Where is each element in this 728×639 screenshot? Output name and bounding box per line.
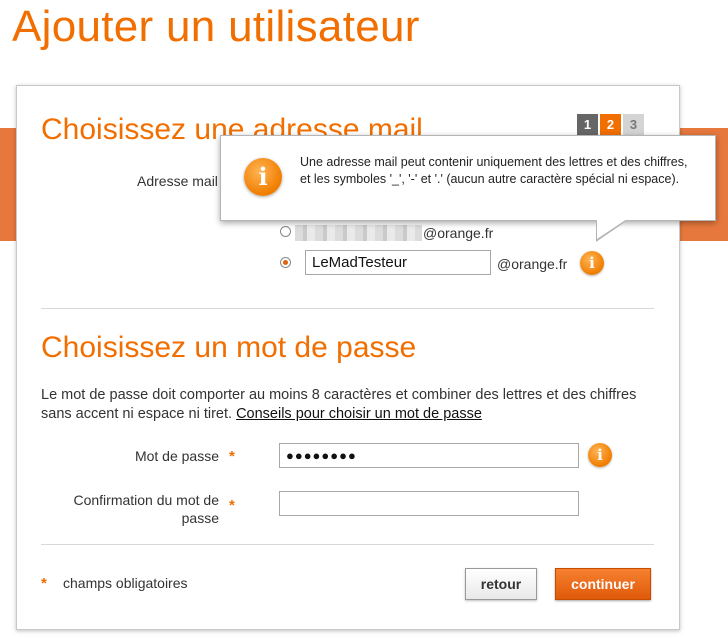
section-divider bbox=[41, 308, 654, 309]
custom-domain: @orange.fr bbox=[497, 256, 568, 272]
email-label: Adresse mail bbox=[137, 173, 218, 189]
password-info-icon[interactable]: i bbox=[588, 443, 612, 467]
password-section-title: Choisissez un mot de passe bbox=[41, 331, 417, 364]
tooltip-text: Une adresse mail peut contenir uniquemen… bbox=[300, 155, 688, 186]
back-button[interactable]: retour bbox=[465, 568, 537, 600]
footer-divider bbox=[41, 544, 654, 545]
password-required-star: * bbox=[229, 448, 235, 465]
confirm-password-input[interactable] bbox=[279, 491, 579, 516]
radio-existing-address[interactable] bbox=[280, 226, 291, 237]
confirm-required-star: * bbox=[229, 497, 235, 514]
confirm-password-label: Confirmation du mot de passe bbox=[73, 492, 219, 526]
step-1: 1 bbox=[577, 114, 598, 135]
password-label: Mot de passe bbox=[134, 448, 219, 464]
step-indicator: 1 2 3 bbox=[577, 114, 644, 135]
existing-domain: @orange.fr bbox=[423, 225, 494, 241]
email-info-icon[interactable]: i bbox=[580, 251, 604, 275]
radio-custom-address[interactable] bbox=[280, 257, 291, 268]
password-tips-link[interactable]: Conseils pour choisir un mot de passe bbox=[236, 406, 482, 422]
tooltip-arrow-inner bbox=[597, 219, 627, 239]
password-rules: Le mot de passe doit comporter au moins … bbox=[41, 386, 656, 424]
step-3: 3 bbox=[623, 114, 644, 135]
continue-button[interactable]: continuer bbox=[555, 568, 651, 600]
email-username-input[interactable]: LeMadTesteur bbox=[305, 250, 491, 275]
required-fields-note: champs obligatoires bbox=[63, 575, 188, 591]
password-input[interactable]: ●●●●●●●● bbox=[279, 443, 579, 468]
tooltip-info-icon: i bbox=[244, 158, 282, 196]
required-note-star: * bbox=[41, 575, 47, 592]
blurred-existing-username bbox=[295, 225, 422, 241]
step-2: 2 bbox=[600, 114, 621, 135]
page-title: Ajouter un utilisateur bbox=[12, 2, 420, 51]
